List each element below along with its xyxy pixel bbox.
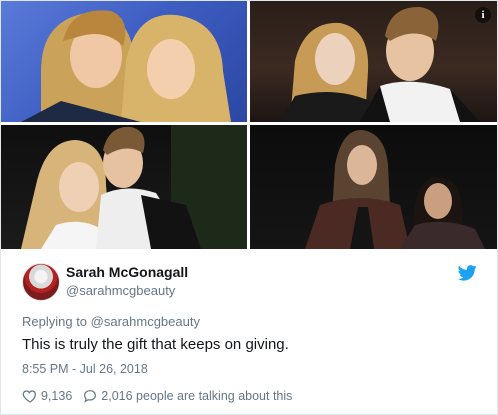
photo-3-illustration [21, 125, 247, 249]
replying-to: Replying to @sarahmcgbeauty [22, 314, 200, 329]
reply-bubble-icon [84, 390, 97, 403]
twitter-bird-icon[interactable] [458, 265, 477, 281]
photo-1[interactable] [1, 1, 247, 122]
replying-prefix: Replying to [22, 314, 91, 329]
tweet-media-grid[interactable]: i [1, 1, 497, 249]
info-icon[interactable]: i [475, 7, 491, 23]
author-handle[interactable]: @sarahmcgbeauty [66, 283, 175, 298]
photo-2-illustration [280, 6, 480, 122]
photo-1-illustration [21, 10, 231, 122]
talking-action[interactable]: 2,016 people are talking about this [82, 388, 292, 404]
tweet-header: Sarah McGonagall @sarahmcgbeauty [1, 253, 497, 313]
tweet-timestamp[interactable]: 8:55 PM - Jul 26, 2018 [22, 362, 148, 376]
tweet-card[interactable]: i Sarah McGonagall @sarahmcgbeauty Reply… [0, 0, 498, 415]
tweet-text: This is truly the gift that keeps on giv… [22, 336, 289, 353]
tweet-actions: 9,136 2,016 people are talking about thi… [22, 388, 302, 404]
talking-count: 2,016 people are talking about this [101, 389, 293, 403]
heart-icon [22, 390, 36, 403]
like-action[interactable]: 9,136 [22, 388, 72, 404]
photo-4-illustration [305, 129, 485, 249]
photo-2[interactable]: i [250, 1, 497, 122]
replying-to-mention[interactable]: @sarahmcgbeauty [91, 314, 200, 329]
photo-4[interactable] [250, 125, 497, 249]
photo-3[interactable] [1, 125, 247, 249]
author-name[interactable]: Sarah McGonagall [66, 264, 188, 280]
author-avatar[interactable] [22, 263, 60, 301]
like-count: 9,136 [41, 389, 73, 403]
